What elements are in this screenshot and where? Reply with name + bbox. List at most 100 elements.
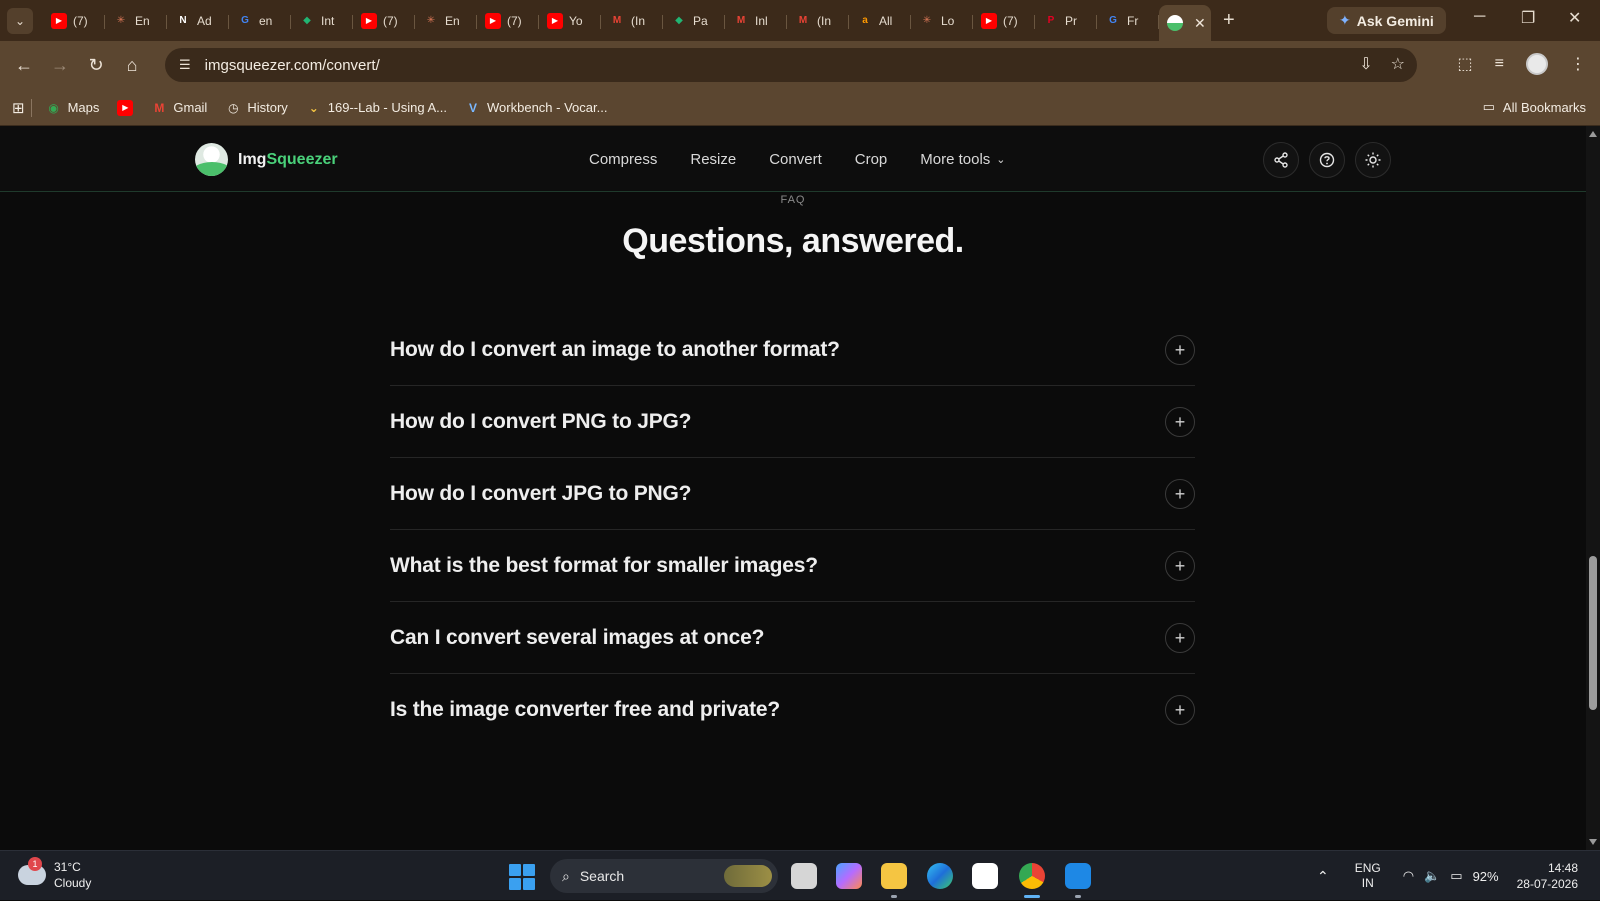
faq-question[interactable]: Can I convert several images at once? — [390, 626, 764, 650]
bookmark-item[interactable]: ◷ History — [225, 100, 288, 116]
faq-item[interactable]: How do I convert PNG to JPG? + — [390, 386, 1195, 458]
edge-icon[interactable] — [927, 863, 953, 889]
file-explorer-icon[interactable] — [881, 863, 907, 889]
youtube-icon: ▶ — [981, 12, 997, 29]
nav-crop[interactable]: Crop — [855, 151, 888, 168]
scroll-down-icon[interactable] — [1589, 839, 1597, 845]
expand-plus-icon[interactable]: + — [1165, 695, 1195, 725]
faq-item[interactable]: Is the image converter free and private?… — [390, 674, 1195, 746]
extensions-icon[interactable]: ⬚ — [1458, 54, 1473, 74]
url-text[interactable]: imgsqueezer.com/convert/ — [205, 57, 380, 74]
browser-tab[interactable]: P Pr — [1035, 6, 1097, 36]
ask-gemini-button[interactable]: ✦ Ask Gemini — [1327, 7, 1446, 34]
browser-tab[interactable]: M (In — [787, 6, 849, 36]
bookmark-item[interactable]: V Workbench - Vocar... — [465, 100, 607, 116]
bookmark-item[interactable]: ◉ Maps — [46, 100, 99, 116]
install-app-icon[interactable]: ⇩ — [1359, 54, 1372, 74]
vscode-icon[interactable] — [1065, 863, 1091, 889]
media-controls-icon[interactable]: ≡ — [1495, 55, 1504, 73]
browser-tab[interactable]: G Fr — [1097, 6, 1159, 36]
apps-grid-icon[interactable]: ⊞ — [12, 99, 25, 117]
close-window-icon[interactable]: ✕ — [1568, 8, 1581, 28]
help-button[interactable] — [1309, 142, 1345, 178]
close-tab-icon[interactable]: ✕ — [1194, 15, 1206, 32]
browser-tab[interactable]: ◆ Pa — [663, 6, 725, 36]
microsoft-store-icon[interactable] — [972, 863, 998, 889]
tab-search-button[interactable]: ⌄ — [7, 7, 33, 34]
gmail-icon: M — [798, 15, 808, 26]
address-bar[interactable]: ☰ imgsqueezer.com/convert/ ⇩ ☆ — [165, 48, 1417, 82]
nav-convert[interactable]: Convert — [769, 151, 822, 168]
browser-tab[interactable]: ✳ En — [105, 6, 167, 36]
chrome-icon[interactable] — [1019, 863, 1045, 889]
task-view-icon[interactable] — [791, 863, 817, 889]
start-button[interactable] — [509, 864, 535, 890]
page-scrollbar[interactable] — [1586, 126, 1600, 850]
browser-tab[interactable]: M (In — [601, 6, 663, 36]
browser-tab[interactable]: ▶ (7) — [43, 6, 105, 36]
nav-more-tools[interactable]: More tools ⌄ — [920, 151, 1005, 168]
logo-mark-icon — [195, 143, 228, 176]
forward-icon[interactable]: → — [42, 55, 78, 76]
menu-icon[interactable]: ⋮ — [1570, 54, 1586, 74]
browser-tab[interactable]: a All — [849, 6, 911, 36]
bookmark-item[interactable]: ▶ — [117, 99, 134, 116]
expand-plus-icon[interactable]: + — [1165, 622, 1195, 653]
browser-tab[interactable]: ◆ Int — [291, 6, 353, 36]
chevron-down-icon: ⌄ — [14, 13, 26, 28]
nav-resize[interactable]: Resize — [690, 151, 736, 168]
restore-icon[interactable]: ❐ — [1521, 8, 1535, 28]
language-indicator[interactable]: ENG IN — [1355, 861, 1381, 891]
faq-item[interactable]: How do I convert an image to another for… — [390, 314, 1195, 386]
site-info-icon[interactable]: ☰ — [179, 57, 191, 73]
scrollbar-thumb[interactable] — [1589, 556, 1597, 710]
nav-compress[interactable]: Compress — [589, 151, 657, 168]
chevron-up-icon[interactable]: ⌃ — [1317, 868, 1329, 885]
browser-tab[interactable]: ▶ (7) — [973, 6, 1035, 36]
expand-plus-icon[interactable]: + — [1165, 406, 1195, 437]
share-icon — [1274, 152, 1288, 168]
clock[interactable]: 14:48 28-07-2026 — [1517, 860, 1578, 892]
browser-tab[interactable]: N Ad — [167, 6, 229, 36]
bookmark-item[interactable]: M Gmail — [151, 100, 207, 116]
copilot-icon[interactable] — [836, 863, 862, 889]
toolbar: ← → ↻ ⌂ ☰ imgsqueezer.com/convert/ ⇩ ☆ ⬚… — [0, 41, 1600, 90]
quick-settings[interactable]: ◠ 🔈 ▭ 92% — [1403, 868, 1499, 884]
browser-tab[interactable]: ✳ En — [415, 6, 477, 36]
faq-question[interactable]: Is the image converter free and private? — [390, 698, 780, 722]
faq-item[interactable]: What is the best format for smaller imag… — [390, 530, 1195, 602]
browser-tab[interactable]: ▶ (7) — [353, 6, 415, 36]
faq-question[interactable]: How do I convert JPG to PNG? — [390, 482, 691, 506]
home-icon[interactable]: ⌂ — [114, 55, 150, 76]
logo-prefix: Img — [238, 150, 267, 168]
active-tab[interactable]: ✕ — [1159, 5, 1211, 41]
faq-question[interactable]: How do I convert an image to another for… — [390, 338, 840, 362]
browser-tab[interactable]: Gen — [229, 6, 291, 36]
share-button[interactable] — [1263, 142, 1299, 178]
theme-toggle-button[interactable] — [1355, 142, 1391, 178]
bookmark-star-icon[interactable]: ☆ — [1391, 54, 1405, 74]
faq-item[interactable]: Can I convert several images at once? + — [390, 602, 1195, 674]
reload-icon[interactable]: ↻ — [78, 55, 114, 76]
faq-item[interactable]: How do I convert JPG to PNG? + — [390, 458, 1195, 530]
back-icon[interactable]: ← — [6, 55, 42, 76]
expand-plus-icon[interactable]: + — [1165, 478, 1195, 509]
faq-question[interactable]: How do I convert PNG to JPG? — [390, 410, 691, 434]
scroll-up-icon[interactable] — [1589, 131, 1597, 137]
expand-plus-icon[interactable]: + — [1165, 334, 1195, 365]
browser-tab[interactable]: ✳ Lo — [911, 6, 973, 36]
taskbar-search[interactable]: ⌕ Search — [550, 859, 778, 893]
bookmark-item[interactable]: ⌄ 169--Lab - Using A... — [306, 100, 447, 116]
browser-tab[interactable]: ▶ (7) — [477, 6, 539, 36]
profile-avatar[interactable] — [1526, 53, 1548, 75]
weather-widget[interactable]: 1 31°C Cloudy — [18, 857, 91, 891]
all-bookmarks-button[interactable]: ▭ All Bookmarks — [1483, 99, 1586, 115]
site-logo[interactable]: ImgSqueezer — [195, 143, 338, 176]
browser-tab[interactable]: ▶ Yo — [539, 6, 601, 36]
all-bookmarks-label: All Bookmarks — [1502, 99, 1586, 115]
expand-plus-icon[interactable]: + — [1165, 550, 1195, 581]
minimize-icon[interactable]: ─ — [1474, 8, 1485, 26]
browser-tab[interactable]: M Inl — [725, 6, 787, 36]
new-tab-icon[interactable]: + — [1223, 9, 1235, 32]
faq-question[interactable]: What is the best format for smaller imag… — [390, 554, 818, 578]
